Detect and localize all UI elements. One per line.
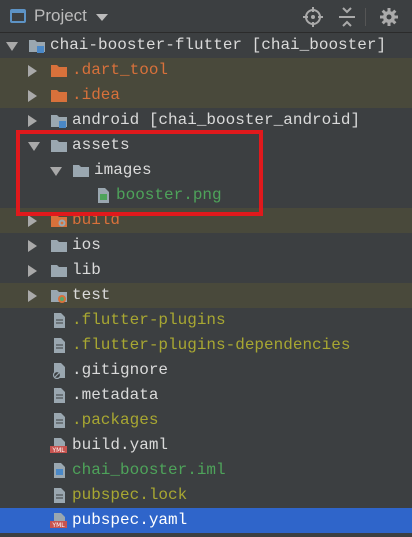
tree-node-label: android [chai_booster_android]: [72, 111, 361, 129]
expand-arrow-right-icon[interactable]: [28, 290, 37, 302]
folder-orange-icon: [50, 87, 68, 104]
expand-arrow-right-icon[interactable]: [28, 90, 37, 102]
folder-icon: [50, 262, 68, 279]
text-file-icon: [50, 487, 68, 504]
project-view-selector[interactable]: Project: [10, 5, 108, 27]
tree-node-label: .dart_tool: [72, 61, 169, 79]
tree-node-label: lib: [72, 261, 101, 279]
tree-node-label: pubspec.lock: [72, 486, 188, 504]
toolbar-divider: [365, 8, 366, 26]
text-file-icon: [50, 412, 68, 429]
tree-node-label: chai-booster-flutter [chai_booster]: [50, 36, 387, 54]
tree-node-label: .gitignore: [72, 361, 169, 379]
project-panel-header: Project: [0, 0, 412, 33]
tree-node-idea[interactable]: .idea: [0, 83, 412, 108]
tree-node-root-module[interactable]: chai-booster-flutter [chai_booster]: [0, 33, 412, 58]
expand-arrow-down-icon[interactable]: [6, 42, 18, 51]
tree-node-packages[interactable]: .packages: [0, 408, 412, 433]
iml-file-icon: [50, 462, 68, 479]
tree-node-gitignore[interactable]: .gitignore: [0, 358, 412, 383]
module-folder-icon: [28, 37, 46, 54]
chevron-down-icon: [95, 13, 108, 21]
locate-target-icon[interactable]: [302, 6, 324, 28]
yaml-file-icon: YML: [50, 512, 68, 529]
tree-node-build-yaml[interactable]: YML build.yaml: [0, 433, 412, 458]
tree-node-test[interactable]: test: [0, 283, 412, 308]
expand-arrow-right-icon[interactable]: [28, 215, 37, 227]
svg-text:YML: YML: [51, 522, 65, 529]
project-window-icon: [10, 9, 26, 23]
tree-node-lib[interactable]: lib: [0, 258, 412, 283]
tree-node-label: ios: [72, 236, 101, 254]
tree-node-pubspec-lock[interactable]: pubspec.lock: [0, 483, 412, 508]
tree-node-label: .packages: [72, 411, 159, 429]
expand-arrow-right-icon[interactable]: [28, 65, 37, 77]
tree-node-label: .flutter-plugins: [72, 311, 226, 329]
tree-node-label: .flutter-plugins-dependencies: [72, 336, 351, 354]
expand-arrow-right-icon[interactable]: [28, 240, 37, 252]
tree-node-label: .metadata: [72, 386, 159, 404]
folder-orange-icon: [50, 62, 68, 79]
tree-node-label: .idea: [72, 86, 121, 104]
tree-node-label: test: [72, 286, 111, 304]
module-folder-icon: [50, 112, 68, 129]
tree-node-flutter-plugins-dependencies[interactable]: .flutter-plugins-dependencies: [0, 333, 412, 358]
gitignore-file-icon: [50, 362, 68, 380]
expand-arrow-right-icon[interactable]: [28, 115, 37, 127]
text-file-icon: [50, 387, 68, 404]
tree-node-metadata[interactable]: .metadata: [0, 383, 412, 408]
yaml-file-icon: YML: [50, 437, 68, 454]
expand-arrow-right-icon[interactable]: [28, 265, 37, 277]
folder-icon: [50, 237, 68, 254]
test-folder-icon: [50, 287, 68, 304]
tree-node-iml[interactable]: chai_booster.iml: [0, 458, 412, 483]
text-file-icon: [50, 337, 68, 354]
annotation-highlight-box: [16, 130, 263, 216]
tree-node-label: pubspec.yaml: [72, 511, 188, 529]
tree-node-ios[interactable]: ios: [0, 233, 412, 258]
gear-icon[interactable]: [378, 6, 400, 28]
tree-node-label: build.yaml: [72, 436, 169, 454]
svg-text:YML: YML: [51, 447, 65, 454]
tree-node-label: chai_booster.iml: [72, 461, 226, 479]
tree-node-flutter-plugins[interactable]: .flutter-plugins: [0, 308, 412, 333]
text-file-icon: [50, 312, 68, 329]
tree-node-pubspec-yaml[interactable]: YML pubspec.yaml: [0, 508, 412, 533]
panel-title: Project: [34, 6, 87, 25]
collapse-all-icon[interactable]: [336, 6, 358, 28]
tree-node-dart-tool[interactable]: .dart_tool: [0, 58, 412, 83]
